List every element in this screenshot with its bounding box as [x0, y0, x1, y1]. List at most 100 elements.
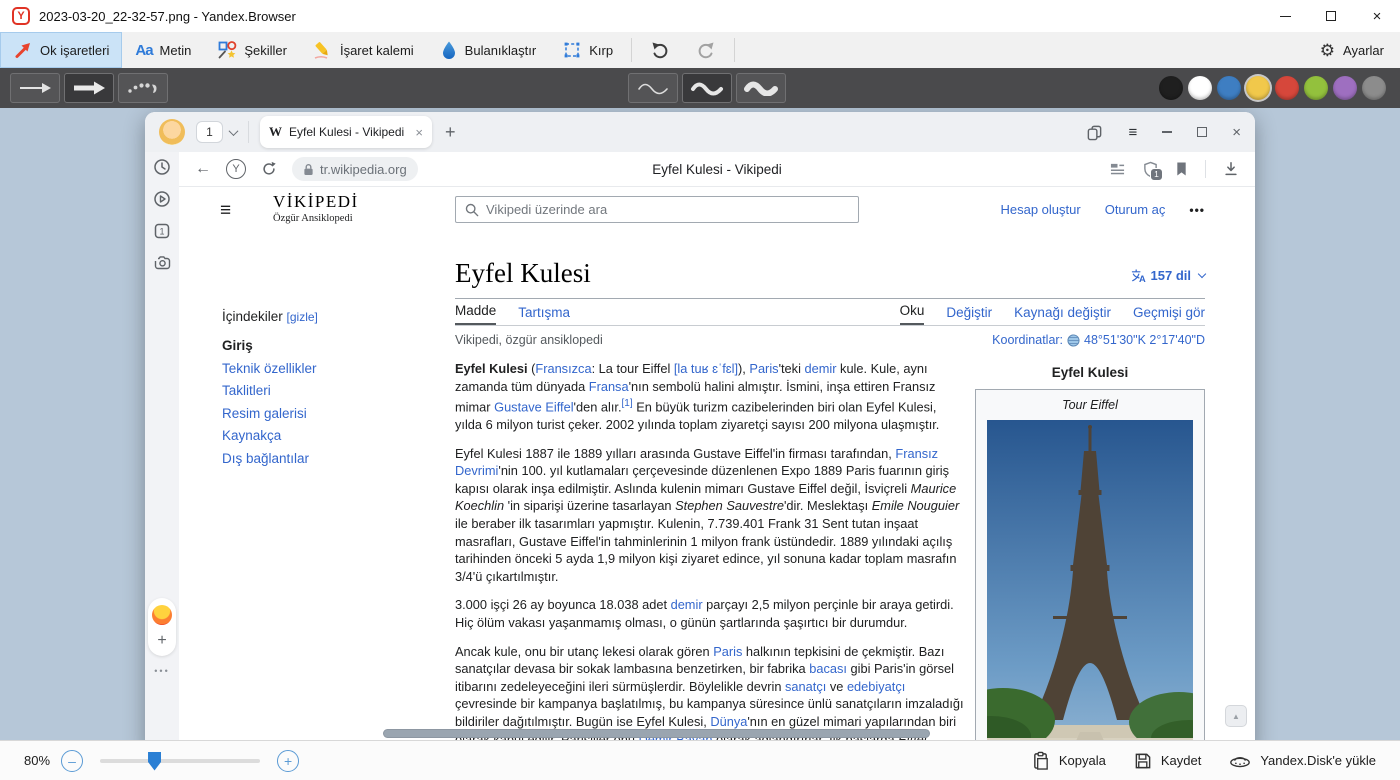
settings-button[interactable]: ⚙ Ayarlar: [1320, 42, 1400, 59]
view-edit[interactable]: Değiştir: [946, 305, 992, 325]
undo-icon: [650, 40, 670, 60]
copy-button[interactable]: Kopyala: [1032, 751, 1106, 770]
back-icon[interactable]: ←: [195, 160, 211, 178]
tab-group-counter[interactable]: 1: [196, 121, 223, 143]
paragraph: Eyfel Kulesi (Fransızca: La tour Eiffel …: [455, 360, 966, 434]
gear-icon: ⚙: [1320, 42, 1335, 59]
reload-icon[interactable]: [261, 161, 277, 177]
eiffel-tower-photo[interactable]: [987, 420, 1193, 740]
toc-item-giris[interactable]: Giriş: [222, 339, 437, 353]
browser-menu-icon[interactable]: ≡: [1128, 124, 1137, 141]
chevron-down-icon[interactable]: [229, 126, 239, 136]
color-swatch-purple[interactable]: [1333, 76, 1357, 100]
redo-icon: [696, 40, 716, 60]
medium-stroke-button[interactable]: [682, 73, 732, 103]
toc-item-baglantilar[interactable]: Dış bağlantılar: [222, 452, 437, 466]
coordinates-link[interactable]: Koordinatlar: 48°51'30"K 2°17'40"D: [992, 333, 1205, 347]
thick-stroke-button[interactable]: [736, 73, 786, 103]
yandex-mail-icon[interactable]: [152, 605, 172, 625]
redo-button[interactable]: [683, 32, 729, 68]
language-selector[interactable]: A 157 dil: [1131, 268, 1205, 283]
color-swatch-green[interactable]: [1304, 76, 1328, 100]
crop-tool-label: Kırp: [589, 43, 613, 58]
reader-mode-icon[interactable]: [1109, 162, 1126, 177]
browser-maximize-button[interactable]: [1197, 127, 1207, 137]
tab-bar-separator: [248, 121, 249, 143]
color-swatch-white[interactable]: [1188, 76, 1212, 100]
zoom-level: 80%: [24, 753, 50, 768]
editing-canvas[interactable]: 1 W Eyfel Kulesi - Vikipedi × + ≡: [0, 108, 1400, 740]
undo-button[interactable]: [637, 32, 683, 68]
shapes-tool-button[interactable]: Şekiller: [204, 32, 300, 68]
upload-to-disk-button[interactable]: Yandex.Disk'e yükle: [1229, 753, 1376, 769]
dotted-arrow-style-button[interactable]: [118, 73, 168, 103]
toc-item-teknik[interactable]: Teknik özellikler: [222, 362, 437, 376]
color-swatch-black[interactable]: [1159, 76, 1183, 100]
marker-tool-button[interactable]: İşaret kalemi: [300, 32, 427, 68]
sidebar-add-icon[interactable]: +: [157, 633, 166, 649]
thin-arrow-style-button[interactable]: [10, 73, 60, 103]
user-menu-dots-icon[interactable]: •••: [1189, 203, 1205, 217]
yandex-button[interactable]: Y: [226, 159, 246, 179]
canvas-horizontal-scrollbar[interactable]: [383, 729, 930, 738]
sidebar-more-icon[interactable]: •••: [145, 666, 179, 676]
sign-in-link[interactable]: Oturum aç: [1105, 202, 1166, 217]
close-button[interactable]: ×: [1354, 0, 1400, 32]
export-actions: Kopyala Kaydet Yandex.Disk'e yükle: [1032, 751, 1376, 770]
red-arrow-icon: [13, 40, 33, 60]
side-panel-icon[interactable]: [1086, 124, 1103, 141]
thin-stroke-button[interactable]: [628, 73, 678, 103]
download-icon[interactable]: [1223, 161, 1239, 177]
url-display[interactable]: tr.wikipedia.org: [292, 157, 418, 181]
screenshot-tool-icon[interactable]: [150, 251, 174, 275]
tab-close-icon[interactable]: ×: [415, 125, 423, 140]
create-account-link[interactable]: Hesap oluştur: [1000, 202, 1080, 217]
browser-close-button[interactable]: ×: [1232, 124, 1241, 141]
protect-shield-icon[interactable]: 1: [1143, 161, 1158, 178]
tab-talk[interactable]: Tartışma: [518, 305, 570, 325]
profile-avatar[interactable]: [159, 119, 185, 145]
tabs-counter-icon[interactable]: 1: [150, 219, 174, 243]
toc-hide-link[interactable]: [gizle]: [287, 310, 318, 324]
text-tool-button[interactable]: Aa Metin: [122, 32, 204, 68]
browser-tab-active[interactable]: W Eyfel Kulesi - Vikipedi ×: [260, 116, 432, 148]
save-button[interactable]: Kaydet: [1134, 752, 1201, 770]
crop-tool-button[interactable]: Kırp: [549, 32, 626, 68]
color-swatch-gray[interactable]: [1362, 76, 1386, 100]
thick-arrow-style-button[interactable]: [64, 73, 114, 103]
toc-item-taklitleri[interactable]: Taklitleri: [222, 384, 437, 398]
view-read[interactable]: Oku: [900, 303, 925, 325]
arrows-tool-button[interactable]: Ok işaretleri: [0, 32, 122, 68]
color-swatch-red[interactable]: [1275, 76, 1299, 100]
wikipedia-page: ≡ Ω W: [179, 186, 1255, 740]
wiki-menu-icon[interactable]: ≡: [220, 200, 231, 222]
zoom-slider[interactable]: [100, 759, 260, 763]
zoom-slider-thumb[interactable]: [148, 752, 161, 771]
tab-title: Eyfel Kulesi - Vikipedi: [289, 125, 408, 139]
view-edit-source[interactable]: Kaynağı değiştir: [1014, 305, 1111, 325]
minimize-button[interactable]: [1262, 0, 1308, 32]
color-swatch-yellow[interactable]: [1246, 76, 1270, 100]
video-player-icon[interactable]: [150, 187, 174, 211]
tab-article[interactable]: Madde: [455, 303, 496, 325]
view-history[interactable]: Geçmişi gör: [1133, 305, 1205, 325]
wikipedia-logo[interactable]: Ω W VİKİPEDİ Özgür Ansiklopedi: [265, 192, 359, 224]
toc-item-galeri[interactable]: Resim galerisi: [222, 407, 437, 421]
bookmark-icon[interactable]: [1175, 161, 1188, 177]
bottom-action-bar: 80% – + Kopyala Kaydet: [0, 740, 1400, 780]
browser-minimize-button[interactable]: [1162, 131, 1172, 132]
paragraph: Eyfel Kulesi 1887 ile 1889 yılları arası…: [455, 445, 966, 586]
blur-tool-button[interactable]: Bulanıklaştır: [427, 32, 550, 68]
maximize-button[interactable]: [1308, 0, 1354, 32]
minimize-icon: [1280, 16, 1291, 17]
new-tab-button[interactable]: +: [445, 122, 456, 143]
color-swatch-blue[interactable]: [1217, 76, 1241, 100]
zoom-out-button[interactable]: –: [61, 750, 83, 772]
scroll-up-widget[interactable]: ▲: [1225, 705, 1247, 727]
zoom-in-button[interactable]: +: [277, 750, 299, 772]
settings-label: Ayarlar: [1343, 43, 1384, 58]
coordinates-value: 48°51'30"K 2°17'40"D: [1084, 333, 1205, 347]
history-icon[interactable]: [150, 155, 174, 179]
wiki-search-input[interactable]: Vikipedi üzerinde ara: [455, 196, 859, 223]
toc-item-kaynakca[interactable]: Kaynakça: [222, 429, 437, 443]
